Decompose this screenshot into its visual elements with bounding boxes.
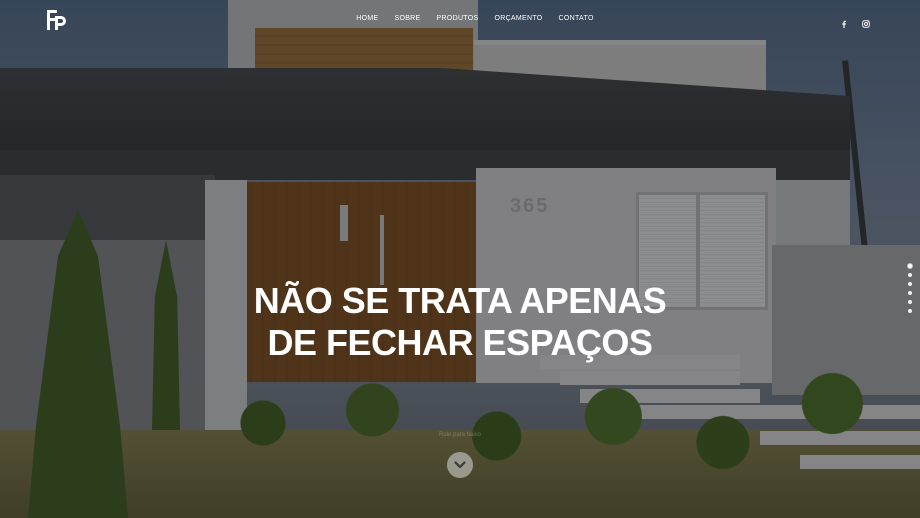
hero-headline: NÃO SE TRATA APENAS DE FECHAR ESPAÇOS — [0, 280, 920, 364]
slider-dot[interactable] — [908, 264, 912, 268]
chevron-down-icon — [454, 461, 466, 469]
nav-produtos[interactable]: PRODUTOS — [437, 15, 479, 22]
main-nav: HOME SOBRE PRODUTOS ORÇAMENTO CONTATO — [0, 15, 920, 22]
slider-dot[interactable] — [908, 300, 912, 304]
slider-dot[interactable] — [908, 273, 912, 277]
slider-dot[interactable] — [908, 309, 912, 313]
hero-headline-line-2: DE FECHAR ESPAÇOS — [267, 322, 653, 363]
hero-background-photo: 365 — [0, 0, 920, 518]
slider-dot[interactable] — [908, 282, 912, 286]
scroll-down-button[interactable] — [447, 452, 473, 478]
social-links — [840, 15, 870, 28]
nav-home[interactable]: HOME — [356, 15, 378, 22]
nav-orcamento[interactable]: ORÇAMENTO — [494, 15, 542, 22]
instagram-icon[interactable] — [862, 15, 870, 28]
site-header: HOME SOBRE PRODUTOS ORÇAMENTO CONTATO — [0, 0, 920, 40]
nav-contato[interactable]: CONTATO — [559, 15, 594, 22]
nav-sobre[interactable]: SOBRE — [395, 15, 421, 22]
facebook-icon[interactable] — [840, 15, 848, 28]
slider-dot[interactable] — [908, 291, 912, 295]
hero-headline-line-1: NÃO SE TRATA APENAS — [253, 280, 667, 321]
scroll-hint-text: Role para baixo — [438, 432, 482, 438]
slider-pagination — [908, 264, 912, 313]
